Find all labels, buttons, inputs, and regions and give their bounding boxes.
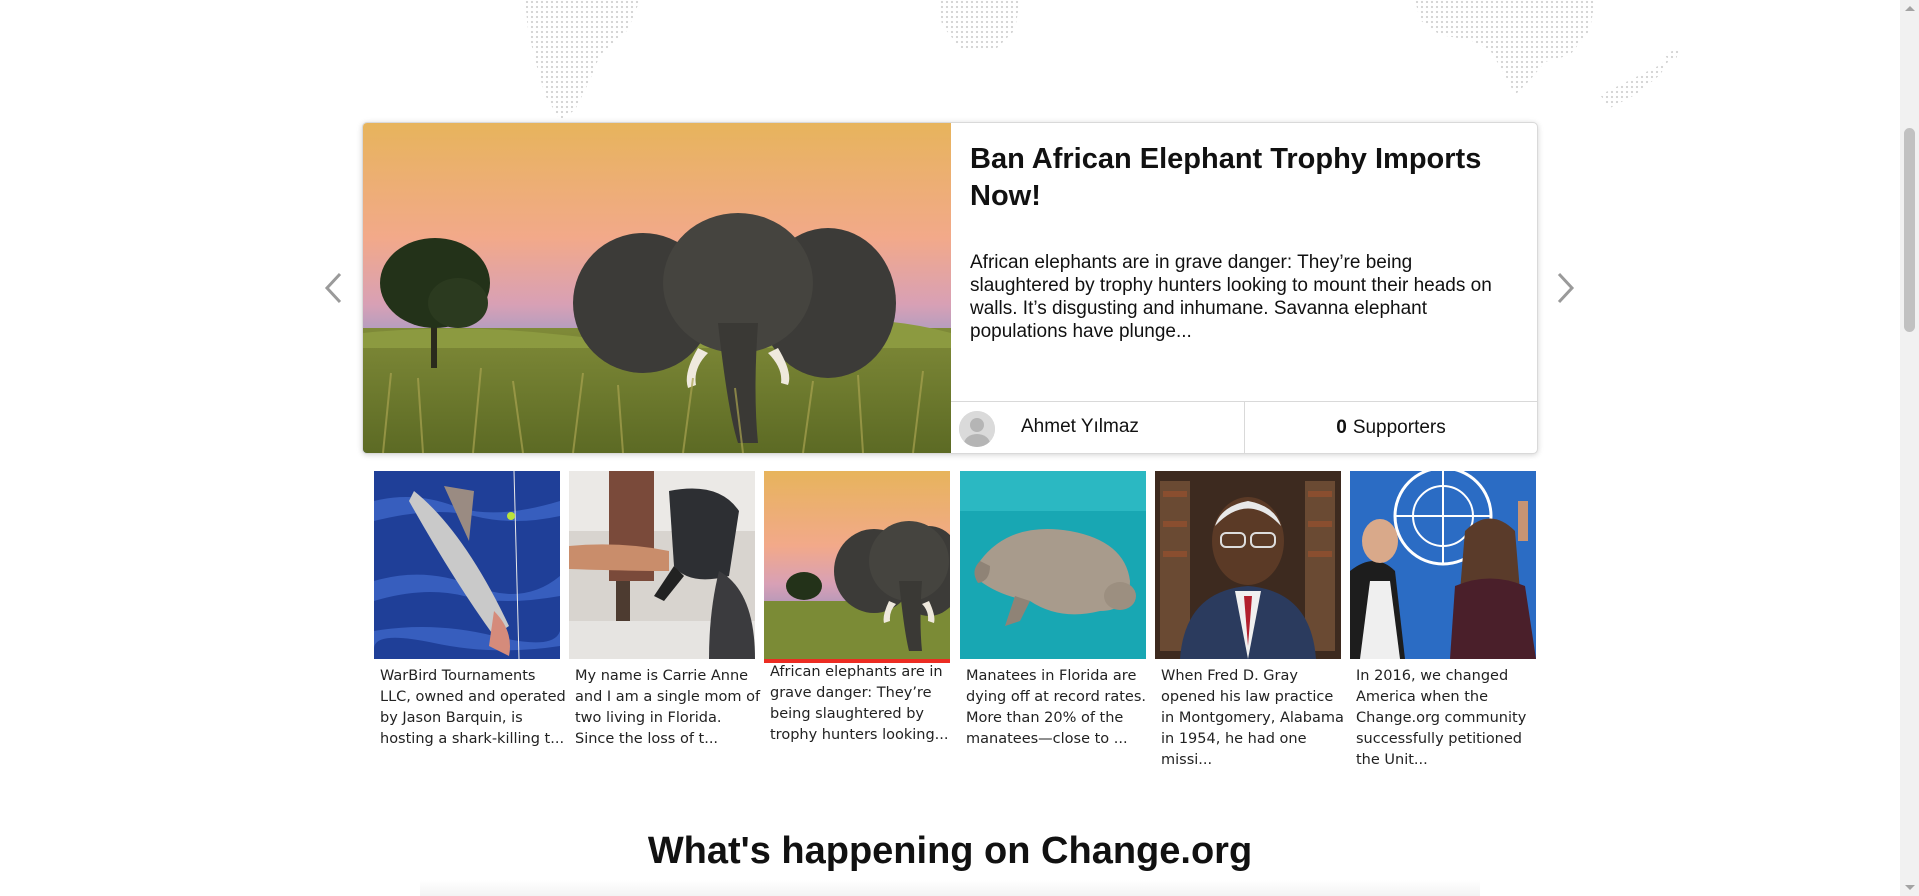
thumbnail-item[interactable]: When Fred D. Gray opened his law practic…: [1155, 471, 1344, 771]
thumbnail-text[interactable]: WarBird Tournaments LLC, owned and opera…: [374, 666, 570, 750]
supporters-cell: 0 Supporters: [1245, 402, 1537, 453]
fred-gray-photo[interactable]: [1155, 471, 1341, 659]
scrollbar-thumb[interactable]: [1904, 128, 1915, 332]
world-map-background: [525, 0, 1680, 120]
next-section-edge: [420, 880, 1480, 896]
thumbnail-text[interactable]: Manatees in Florida are dying off at rec…: [960, 666, 1156, 750]
featured-petition-card[interactable]: Ban African Elephant Trophy Imports Now!…: [362, 122, 1538, 454]
thumbnail-text[interactable]: When Fred D. Gray opened his law practic…: [1155, 666, 1351, 771]
supporters-label: Supporters: [1352, 416, 1446, 438]
petition-title[interactable]: Ban African Elephant Trophy Imports Now!: [970, 141, 1490, 215]
thumbnail-item-active[interactable]: African elephants are in grave danger: T…: [764, 471, 950, 746]
gas-pump-photo[interactable]: [569, 471, 755, 659]
author-name: Ahmet Yılmaz: [1021, 416, 1139, 437]
author-cell: Ahmet Yılmaz: [951, 402, 1245, 453]
thumbnail-item[interactable]: In 2016, we changed America when the Cha…: [1350, 471, 1536, 771]
shark-photo[interactable]: [374, 471, 560, 659]
active-indicator-bar: [764, 659, 950, 663]
user-avatar-icon: [959, 411, 995, 447]
chevron-right-icon[interactable]: [1553, 270, 1577, 306]
thumbnail-text[interactable]: In 2016, we changed America when the Cha…: [1350, 666, 1546, 771]
petition-thumbnail-list: WarBird Tournaments LLC, owned and opera…: [374, 471, 1536, 771]
petition-description: African elephants are in grave danger: T…: [970, 252, 1492, 342]
scroll-up-arrow-icon[interactable]: [1905, 6, 1915, 11]
thumbnail-text[interactable]: African elephants are in grave danger: T…: [764, 662, 960, 746]
chevron-left-icon[interactable]: [322, 270, 346, 306]
thumbnail-item[interactable]: WarBird Tournaments LLC, owned and opera…: [374, 471, 566, 750]
manatee-photo[interactable]: [960, 471, 1146, 659]
petition-footer: Ahmet Yılmaz 0 Supporters: [951, 401, 1537, 453]
section-heading: What's happening on Change.org: [647, 829, 1253, 872]
un-women-photo[interactable]: [1350, 471, 1536, 659]
elephant-photo[interactable]: [764, 471, 950, 659]
featured-elephant-image[interactable]: [363, 123, 951, 453]
scroll-down-arrow-icon[interactable]: [1905, 885, 1915, 890]
thumbnail-text[interactable]: My name is Carrie Anne and I am a single…: [569, 666, 765, 750]
thumbnail-item[interactable]: Manatees in Florida are dying off at rec…: [960, 471, 1146, 750]
supporters-count: 0: [1336, 416, 1347, 438]
featured-text-area: Ban African Elephant Trophy Imports Now!…: [951, 123, 1537, 401]
vertical-scrollbar[interactable]: [1900, 0, 1919, 896]
thumbnail-item[interactable]: My name is Carrie Anne and I am a single…: [569, 471, 760, 750]
